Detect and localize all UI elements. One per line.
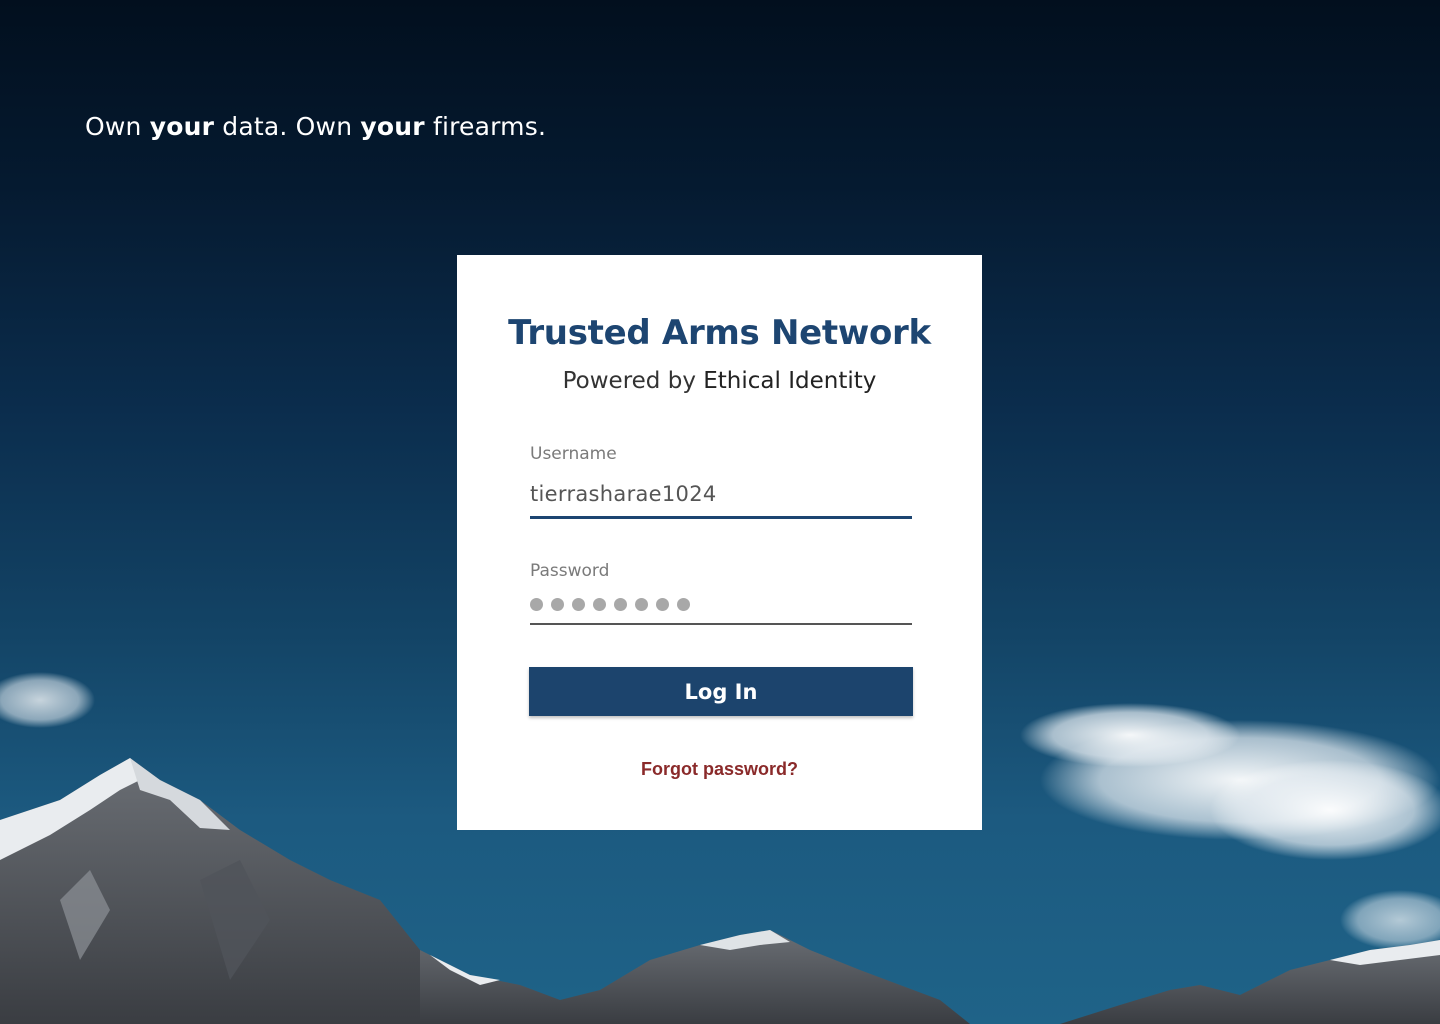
password-mask-dot [572, 597, 585, 611]
tagline-text-1: Own [85, 112, 150, 141]
password-mask-dot [530, 597, 543, 611]
password-mask-dot [551, 597, 564, 611]
tagline-emphasis-2: your [360, 112, 425, 141]
password-underline [530, 623, 912, 625]
username-label: Username [530, 444, 617, 464]
brand-subtitle: Powered by Ethical Identity [457, 368, 982, 394]
login-button[interactable]: Log In [529, 667, 913, 716]
password-label: Password [530, 561, 610, 581]
username-field[interactable]: Username tierrasharae1024 [530, 444, 912, 519]
tagline: Own your data. Own your firearms. [85, 112, 546, 141]
password-mask-dot [614, 597, 627, 611]
username-underline [530, 516, 912, 519]
brand-title: Trusted Arms Network [508, 313, 931, 353]
password-mask-dot [635, 597, 648, 611]
subtitle-prefix: Powered by [562, 368, 704, 394]
tagline-emphasis-1: your [149, 112, 215, 141]
tagline-text-2: data. Own [214, 112, 361, 141]
password-field[interactable]: Password [530, 561, 912, 625]
password-mask-dot [656, 597, 669, 611]
password-mask-dot [593, 597, 606, 611]
subtitle-brand: Ethical Identity [703, 368, 877, 394]
username-input[interactable]: tierrasharae1024 [530, 482, 912, 512]
password-input[interactable] [530, 589, 912, 619]
tagline-text-3: firearms. [424, 112, 547, 141]
login-card: Trusted Arms Network Powered by Ethical … [457, 255, 982, 830]
password-mask-dot [677, 597, 690, 611]
forgot-password-link[interactable]: Forgot password? [457, 759, 982, 780]
